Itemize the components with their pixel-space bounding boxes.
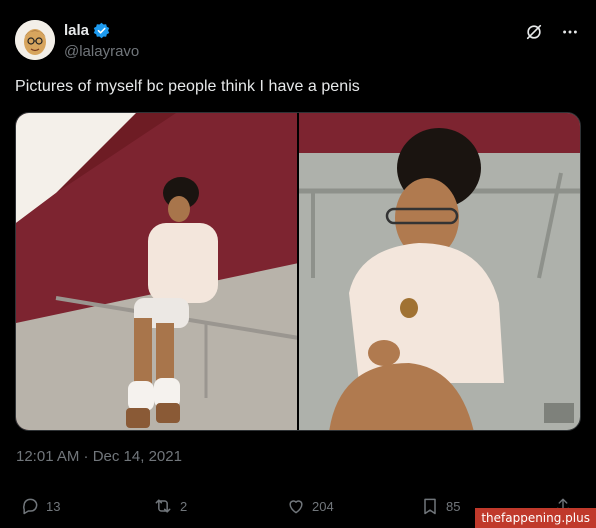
user-handle[interactable]: @lalayravo (64, 43, 139, 60)
bookmark-count: 85 (446, 498, 461, 514)
more-horizontal-icon[interactable] (560, 22, 580, 42)
media-grid (15, 112, 581, 431)
tweet-header-actions (524, 22, 580, 42)
like-button[interactable]: 204 (286, 496, 334, 516)
grok-icon[interactable] (524, 22, 544, 42)
bookmark-icon (424, 498, 436, 515)
watermark: thefappening.plus (475, 508, 596, 528)
reply-button[interactable]: 13 (20, 496, 60, 516)
name-row: lala (64, 22, 110, 39)
heart-icon (289, 500, 303, 514)
like-count: 204 (312, 498, 334, 514)
tweet-timestamp[interactable]: 12:01 AM · Dec 14, 2021 (16, 448, 182, 465)
cartoon-avatar-icon (15, 20, 55, 60)
avatar[interactable] (15, 20, 55, 60)
reply-count: 13 (46, 498, 61, 514)
repost-count: 2 (180, 498, 188, 514)
verified-badge-icon (93, 22, 110, 39)
bookmark-button[interactable]: 85 (420, 496, 460, 516)
tweet-card: lala @lalayravo Pictures of myself bc pe… (0, 0, 596, 528)
photo-2[interactable] (299, 113, 580, 430)
reply-icon (23, 498, 38, 515)
photo-1[interactable] (16, 113, 297, 430)
display-name[interactable]: lala (64, 22, 89, 39)
repost-icon (155, 499, 171, 513)
tweet-text: Pictures of myself bc people think I hav… (15, 78, 360, 95)
repost-button[interactable]: 2 (152, 496, 187, 516)
